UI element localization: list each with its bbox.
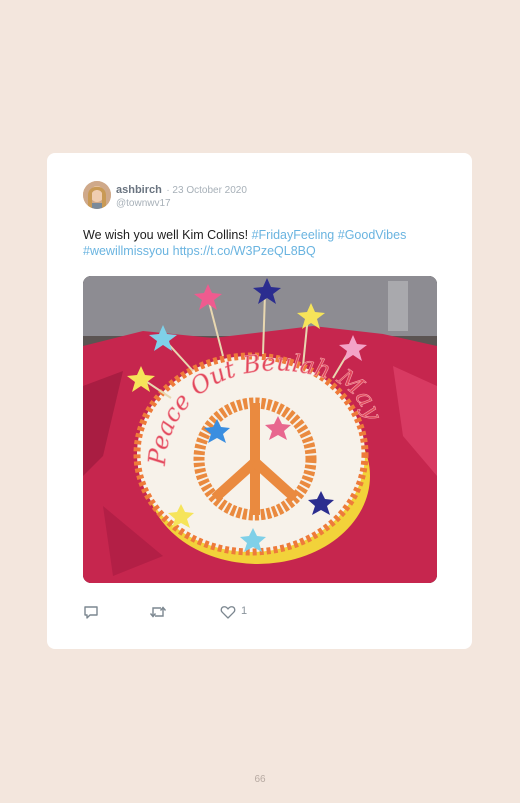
like-button[interactable] [220,604,236,622]
tweet-date: · 23 October 2020 [166,185,247,196]
heart-icon [220,604,236,620]
retweet-icon [149,604,167,620]
hashtag[interactable]: #FridayFeeling [252,228,335,242]
reply-button[interactable] [83,604,99,622]
username[interactable]: ashbirch [116,184,162,196]
hashtag[interactable]: #GoodVibes [338,228,407,242]
retweet-button[interactable] [149,604,167,622]
tweet-card: ashbirch · 23 October 2020 @townwv17 We … [47,153,472,649]
tweet-photo[interactable]: Peace Out Beulah May [83,276,437,583]
tweet-text: We wish you well Kim Collins! #FridayFee… [83,227,443,259]
page-number: 66 [254,774,266,785]
hashtag[interactable]: #wewillmissyou [83,244,169,258]
avatar[interactable] [83,181,111,209]
like-count: 1 [241,605,248,617]
reply-icon [83,604,99,620]
tweet-meta: ashbirch · 23 October 2020 @townwv17 [116,182,247,210]
user-handle[interactable]: @townwv17 [116,197,247,210]
tweet-actions: 1 [83,604,283,622]
tweet-text-body: We wish you well Kim Collins! [83,228,252,242]
tweet-link[interactable]: https://t.co/W3PzeQL8BQ [173,244,316,258]
